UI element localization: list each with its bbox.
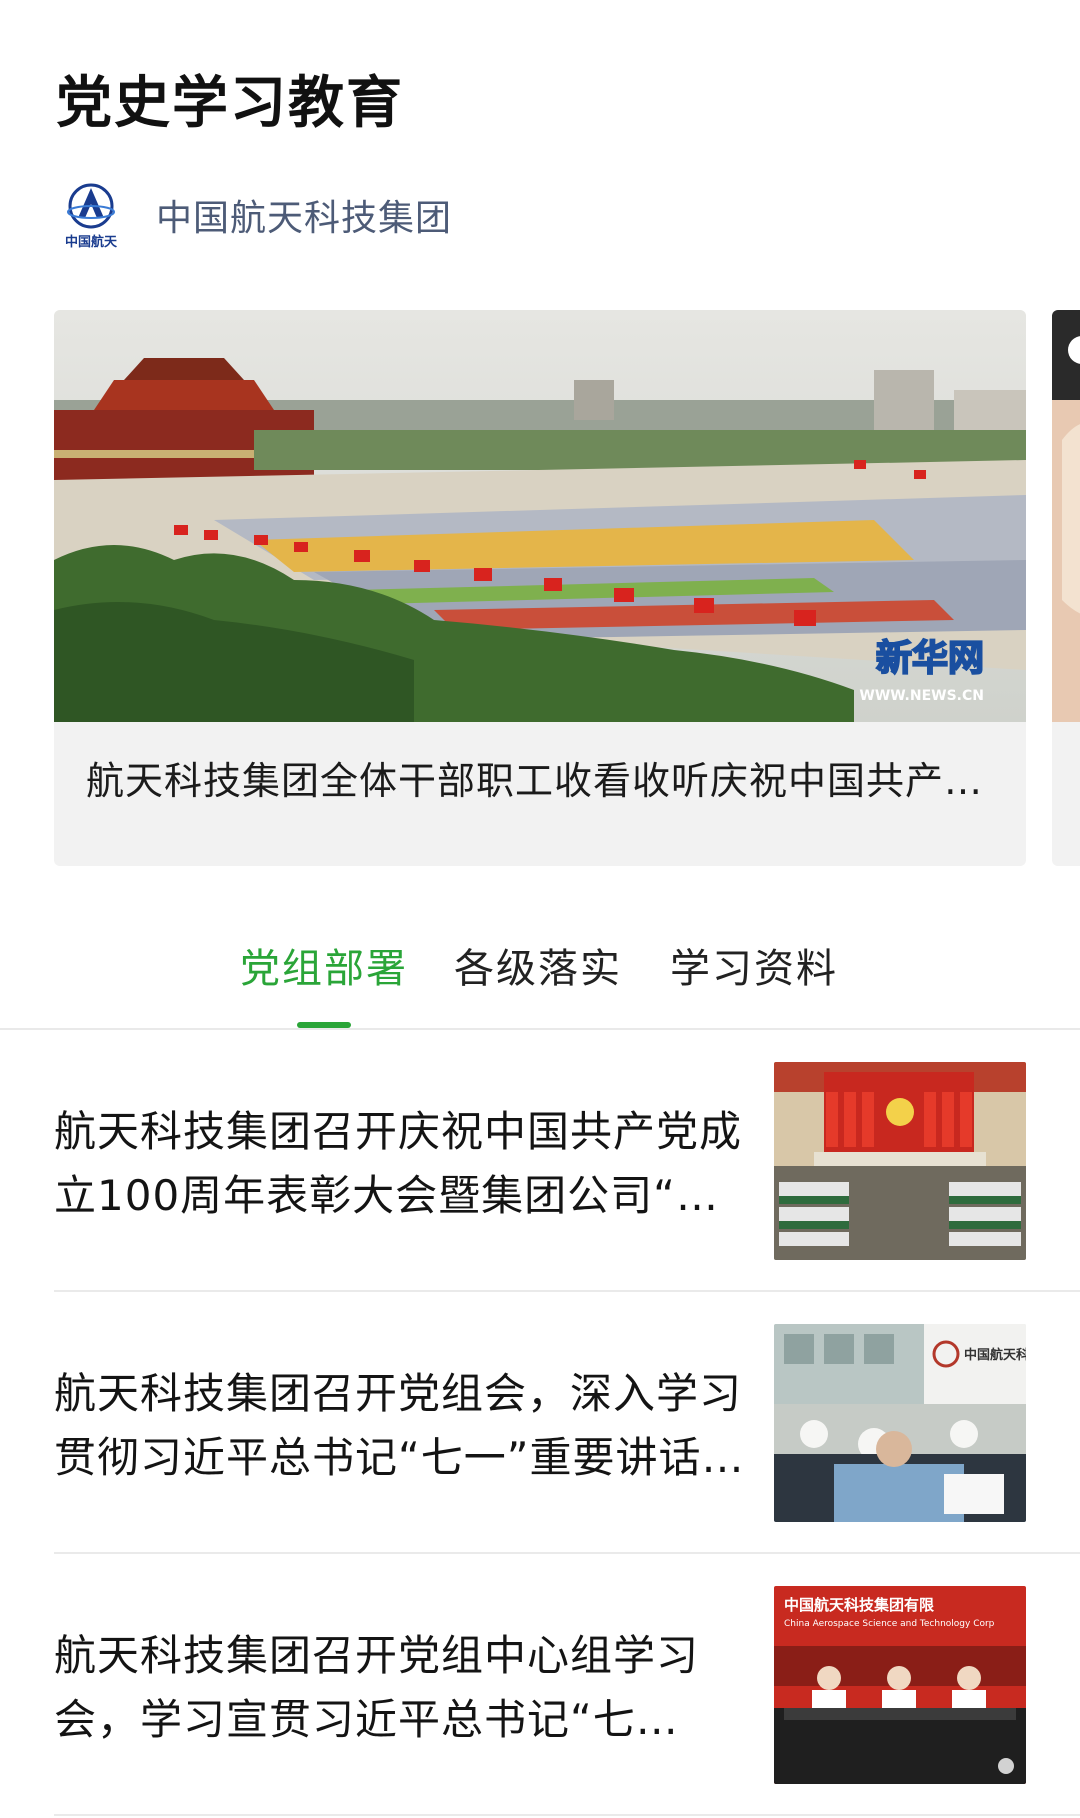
next-card-peek[interactable] — [1052, 310, 1080, 866]
watermark-sub: WWW.NEWS.CN — [859, 688, 984, 704]
casc-logo-icon: 中国航天 — [60, 182, 122, 250]
tab-party-deployment[interactable]: 党组部署 — [240, 936, 408, 994]
thumb-label: 中国航天科 — [964, 1347, 1026, 1363]
logo-text: 中国航天 — [64, 235, 117, 250]
featured-caption: 航天科技集团全体干部职工收看收听庆祝中国共产党成立100周年大会 — [86, 759, 994, 803]
page-title: 党史学习教育 — [56, 71, 404, 136]
article-thumbnail: 中国航天科技集团有限 China Aerospace Science and T… — [774, 1586, 1026, 1784]
tab-implementation[interactable]: 各级落实 — [454, 936, 622, 994]
article-item[interactable]: 航天科技集团召开庆祝中国共产党成立100周年表彰大会暨集团公司“七一”表彰大会 — [54, 1030, 1080, 1292]
article-title: 航天科技集团召开党组会，深入学习贯彻习近平总书记“七一”重要讲话精神 — [54, 1369, 743, 1482]
article-thumbnail — [774, 1062, 1026, 1260]
article-item[interactable]: 航天科技集团召开党组中心组学习会，学习宣贯习近平总书记“七一”重要讲话精神 中国… — [54, 1554, 1080, 1816]
tab-bar: 党组部署 各级落实 学习资料 — [0, 930, 1080, 1030]
account-header[interactable]: 中国航天 中国航天科技集团 — [60, 180, 452, 250]
watermark-main: 新华网 — [876, 638, 984, 679]
article-item[interactable]: 航天科技集团召开党组会，深入学习贯彻习近平总书记“七一”重要讲话精神 中国航天科 — [54, 1292, 1080, 1554]
featured-image: 新华网 WWW.NEWS.CN — [54, 310, 1026, 722]
divider — [54, 1814, 1080, 1816]
article-thumbnail: 中国航天科 — [774, 1324, 1026, 1522]
article-title: 航天科技集团召开庆祝中国共产党成立100周年表彰大会暨集团公司“七一”表彰大会 — [54, 1107, 743, 1220]
article-title: 航天科技集团召开党组中心组学习会，学习宣贯习近平总书记“七一”重要讲话精神 — [54, 1631, 700, 1744]
tab-study-materials[interactable]: 学习资料 — [670, 936, 838, 994]
page: 党史学习教育 中国航天 中国航天科技集团 新华网 WWW.NEWS.CN 航天科… — [0, 0, 1080, 1818]
thumb-label: 中国航天科技集团有限 — [784, 1596, 934, 1614]
active-tab-indicator — [297, 1022, 351, 1028]
featured-card[interactable]: 新华网 WWW.NEWS.CN 航天科技集团全体干部职工收看收听庆祝中国共产党成… — [54, 310, 1026, 866]
thumb-sublabel: China Aerospace Science and Technology C… — [784, 1619, 995, 1629]
featured-carousel[interactable]: 新华网 WWW.NEWS.CN 航天科技集团全体干部职工收看收听庆祝中国共产党成… — [54, 310, 1080, 866]
account-name[interactable]: 中国航天科技集团 — [156, 189, 452, 241]
